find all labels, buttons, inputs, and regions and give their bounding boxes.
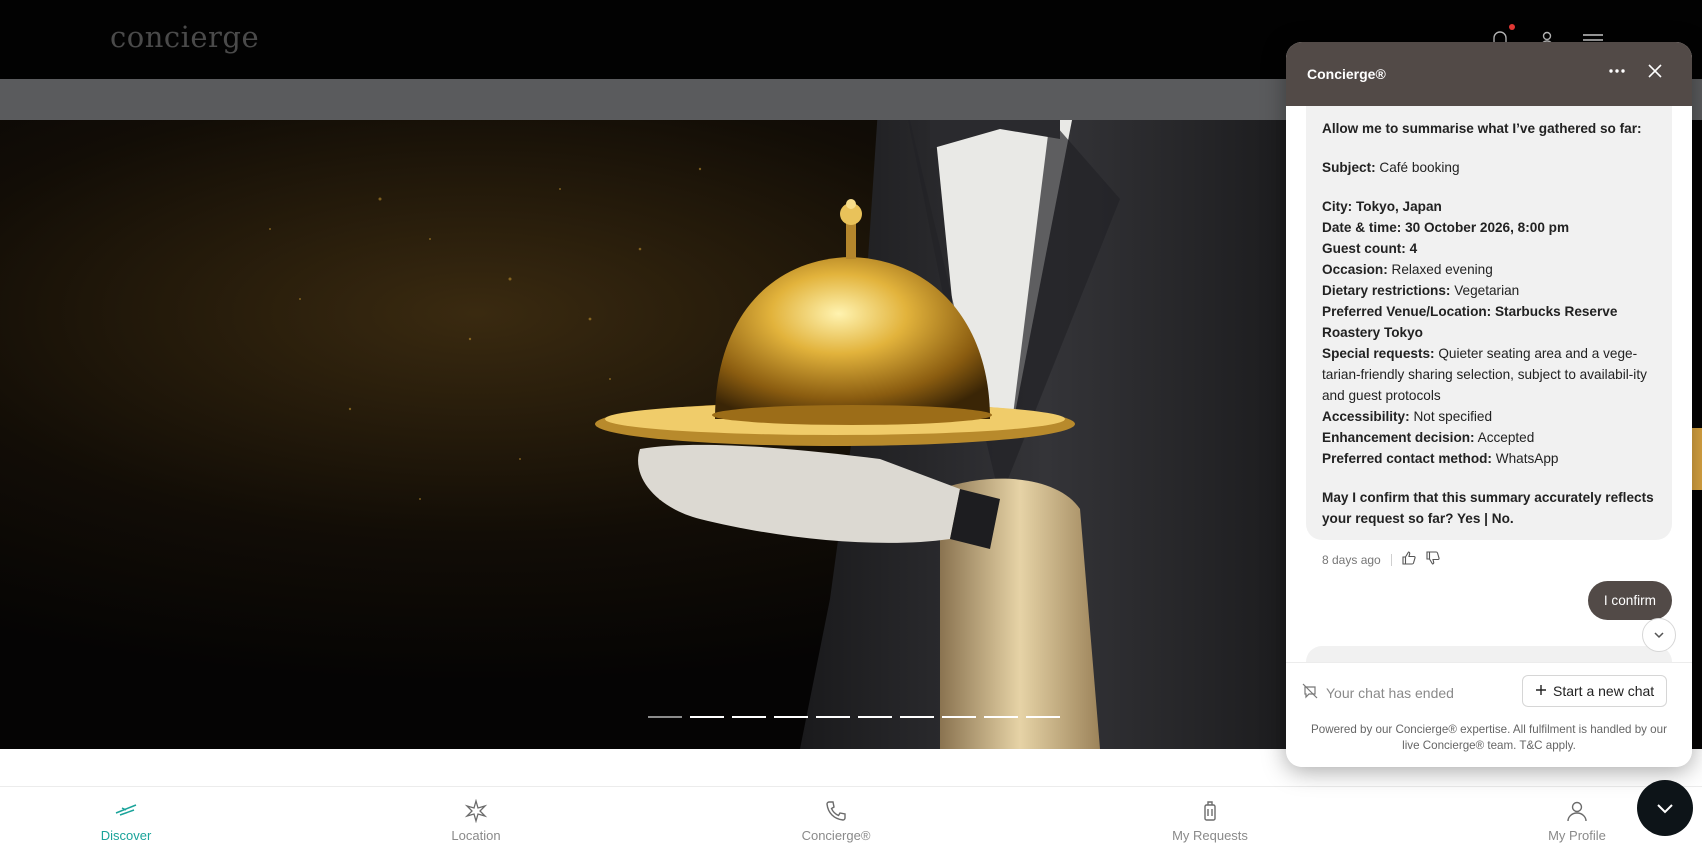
detail-label: Occasion: xyxy=(1322,262,1388,277)
carousel-dot[interactable] xyxy=(774,716,808,718)
detail-value: Café booking xyxy=(1379,160,1460,175)
chat-toggle-button[interactable] xyxy=(1637,780,1693,836)
nav-discover[interactable]: Discover xyxy=(61,799,191,843)
side-tab[interactable] xyxy=(1692,428,1702,490)
nav-location[interactable]: Location xyxy=(411,798,541,843)
nav-label: My Profile xyxy=(1548,828,1606,843)
chevron-down-icon xyxy=(1657,804,1673,814)
carousel-indicators xyxy=(648,716,1060,718)
notification-dot xyxy=(1509,24,1515,30)
nav-label: Location xyxy=(451,828,501,843)
detail-label: Accessibility: xyxy=(1322,409,1410,424)
luggage-icon xyxy=(1145,799,1275,823)
chat-header: Concierge® xyxy=(1286,42,1692,106)
detail-label: City: Tokyo, Japan xyxy=(1322,199,1442,214)
phone-icon xyxy=(771,799,901,823)
chat-ended-notice: Your chat has ended xyxy=(1302,683,1454,702)
nav-my-profile[interactable]: My Profile xyxy=(1512,799,1642,843)
detail-value: Vegetarian xyxy=(1454,283,1520,298)
chat-title: Concierge® xyxy=(1307,66,1386,82)
chevron-down-icon xyxy=(1654,632,1664,639)
detail-label: Guest count: 4 xyxy=(1322,241,1418,256)
detail-label: Preferred contact method: xyxy=(1322,451,1492,466)
chat-footer: Your chat has ended Start a new chat Pow… xyxy=(1286,662,1692,767)
profile-icon xyxy=(1512,799,1642,823)
start-new-chat-button[interactable]: Start a new chat xyxy=(1522,675,1668,707)
plus-icon xyxy=(1535,683,1547,699)
detail-value: Relaxed evening xyxy=(1391,262,1493,277)
carousel-dot[interactable] xyxy=(900,716,934,718)
nav-label: Discover xyxy=(100,828,152,843)
plane-icon xyxy=(61,799,191,823)
thumbs-down-icon[interactable] xyxy=(1426,551,1440,568)
detail-value: Not specified xyxy=(1413,409,1493,424)
separator xyxy=(1390,553,1392,566)
scroll-down-button[interactable] xyxy=(1642,618,1676,652)
carousel-dot[interactable] xyxy=(816,716,850,718)
carousel-dot[interactable] xyxy=(732,716,766,718)
chat-ended-text: Your chat has ended xyxy=(1326,684,1454,701)
nav-concierge[interactable]: Concierge® xyxy=(771,799,901,843)
chat-messages[interactable]: Allow me to summarise what I’ve gathered… xyxy=(1286,106,1692,662)
nav-label: Concierge® xyxy=(801,828,871,843)
carousel-dot[interactable] xyxy=(690,716,724,718)
nav-my-requests[interactable]: My Requests xyxy=(1145,799,1275,843)
start-new-chat-label: Start a new chat xyxy=(1553,683,1655,699)
detail-label: Date & time: 30 October 2026, 8:00 pm xyxy=(1322,220,1570,235)
powered-by-note: Powered by our Concierge® expertise. All… xyxy=(1311,723,1667,752)
assistant-summary-message: Allow me to summarise what I’ve gathered… xyxy=(1306,106,1672,540)
message-timestamp: 8 days ago xyxy=(1322,552,1381,567)
more-options-icon[interactable] xyxy=(1608,62,1626,85)
divider xyxy=(0,786,1702,787)
carousel-dot[interactable] xyxy=(648,716,682,718)
thumbs-up-icon[interactable] xyxy=(1402,551,1416,568)
message-meta: 8 days ago xyxy=(1322,551,1440,568)
chat-panel: Concierge® Allow me to summarise what I’… xyxy=(1286,42,1692,767)
close-icon[interactable] xyxy=(1646,62,1664,85)
detail-label: Special requests: xyxy=(1322,346,1435,361)
carousel-dot[interactable] xyxy=(942,716,976,718)
next-message-preview xyxy=(1306,646,1672,662)
detail-value: WhatsApp xyxy=(1495,451,1559,466)
user-message: I confirm xyxy=(1587,581,1672,620)
summary-intro: Allow me to summarise what I’ve gathered… xyxy=(1322,121,1642,136)
detail-label: Subject: xyxy=(1322,160,1376,175)
detail-label: Dietary restrictions: xyxy=(1322,283,1451,298)
detail-label: Preferred Venue/Location: Starbucks Rese… xyxy=(1322,304,1618,340)
confirmation-question: May I confirm that this summary accurate… xyxy=(1322,490,1654,526)
logo[interactable]: concierge xyxy=(110,20,259,54)
carousel-dot[interactable] xyxy=(984,716,1018,718)
detail-value: Accepted xyxy=(1477,430,1535,445)
nav-label: My Requests xyxy=(1172,828,1248,843)
carousel-dot[interactable] xyxy=(1026,716,1060,718)
carousel-dot[interactable] xyxy=(858,716,892,718)
chat-disabled-icon xyxy=(1302,683,1318,702)
detail-label: Enhancement decision: xyxy=(1322,430,1475,445)
compass-star-icon xyxy=(411,798,541,824)
